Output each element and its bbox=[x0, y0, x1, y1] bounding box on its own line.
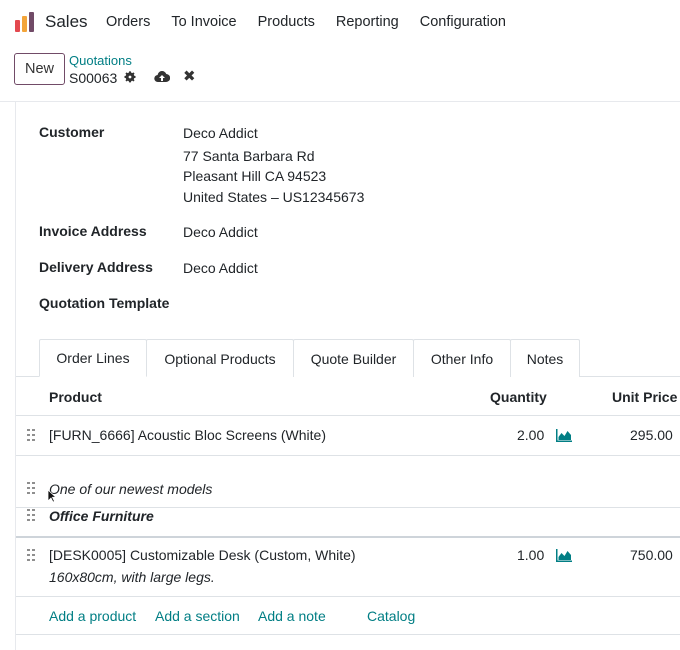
menu-item-to-invoice[interactable]: To Invoice bbox=[171, 14, 236, 30]
menu-item-orders[interactable]: Orders bbox=[106, 14, 150, 30]
line-unit-price[interactable]: 750.00 bbox=[630, 547, 673, 563]
row-separator bbox=[16, 455, 680, 456]
add-note-link[interactable]: Add a note bbox=[258, 608, 326, 624]
control-panel-divider bbox=[0, 101, 680, 102]
menu-item-reporting[interactable]: Reporting bbox=[336, 14, 399, 30]
line-product[interactable]: [FURN_6666] Acoustic Bloc Screens (White… bbox=[49, 427, 326, 443]
record-name: S00063 bbox=[69, 70, 118, 86]
drag-handle-icon[interactable] bbox=[27, 549, 35, 561]
customer-country-vat: United States – US12345673 bbox=[183, 189, 365, 205]
tab-optional-products[interactable]: Optional Products bbox=[146, 339, 294, 377]
line-product[interactable]: [DESK0005] Customizable Desk (Custom, Wh… bbox=[49, 547, 356, 563]
customer-name[interactable]: Deco Addict bbox=[183, 125, 258, 141]
line-note[interactable]: One of our newest models bbox=[49, 481, 212, 497]
tab-quote-builder[interactable]: Quote Builder bbox=[293, 339, 414, 377]
forecast-chart-icon[interactable] bbox=[556, 549, 572, 562]
column-header-quantity[interactable]: Quantity bbox=[490, 389, 547, 405]
breadcrumb-quotations[interactable]: Quotations bbox=[69, 53, 132, 68]
line-unit-price[interactable]: 295.00 bbox=[630, 427, 673, 443]
line-section[interactable]: Office Furniture bbox=[49, 508, 154, 524]
add-product-link[interactable]: Add a product bbox=[49, 608, 136, 624]
sales-app-icon[interactable] bbox=[14, 11, 36, 33]
drag-handle-icon[interactable] bbox=[27, 509, 35, 521]
discard-icon[interactable]: ✖ bbox=[183, 69, 196, 84]
menu-item-products[interactable]: Products bbox=[258, 14, 315, 30]
delivery-address-field[interactable]: Deco Addict bbox=[183, 260, 258, 276]
delivery-address-label: Delivery Address bbox=[39, 259, 153, 275]
customer-street: 77 Santa Barbara Rd bbox=[183, 148, 315, 164]
column-header-unit-price[interactable]: Unit Price bbox=[612, 389, 677, 405]
line-quantity[interactable]: 1.00 bbox=[517, 547, 544, 563]
customer-label: Customer bbox=[39, 124, 105, 140]
main-menu: Orders To Invoice Products Reporting Con… bbox=[106, 14, 527, 30]
tab-notes[interactable]: Notes bbox=[510, 339, 580, 377]
tab-other-info[interactable]: Other Info bbox=[413, 339, 511, 377]
gear-icon[interactable] bbox=[123, 70, 137, 84]
mouse-cursor-icon bbox=[47, 489, 57, 503]
section-separator bbox=[16, 536, 680, 538]
drag-handle-icon[interactable] bbox=[27, 482, 35, 494]
add-section-link[interactable]: Add a section bbox=[155, 608, 240, 624]
new-button[interactable]: New bbox=[14, 53, 65, 85]
line-description: 160x80cm, with large legs. bbox=[49, 569, 215, 585]
tab-order-lines[interactable]: Order Lines bbox=[39, 339, 147, 377]
quotation-template-label: Quotation Template bbox=[39, 295, 170, 311]
table-bottom-separator bbox=[16, 634, 680, 635]
column-header-product[interactable]: Product bbox=[49, 389, 102, 405]
customer-city: Pleasant Hill CA 94523 bbox=[183, 168, 327, 184]
invoice-address-field[interactable]: Deco Addict bbox=[183, 224, 258, 240]
invoice-address-label: Invoice Address bbox=[39, 223, 147, 239]
app-name[interactable]: Sales bbox=[45, 12, 88, 32]
line-quantity[interactable]: 2.00 bbox=[517, 427, 544, 443]
top-navbar: Sales Orders To Invoice Products Reporti… bbox=[0, 0, 680, 44]
cloud-upload-icon[interactable] bbox=[154, 70, 170, 84]
catalog-button[interactable]: Catalog bbox=[367, 608, 415, 624]
menu-item-configuration[interactable]: Configuration bbox=[420, 14, 506, 30]
forecast-chart-icon[interactable] bbox=[556, 429, 572, 442]
drag-handle-icon[interactable] bbox=[27, 429, 35, 441]
row-separator bbox=[16, 596, 680, 597]
header-separator bbox=[16, 415, 680, 416]
